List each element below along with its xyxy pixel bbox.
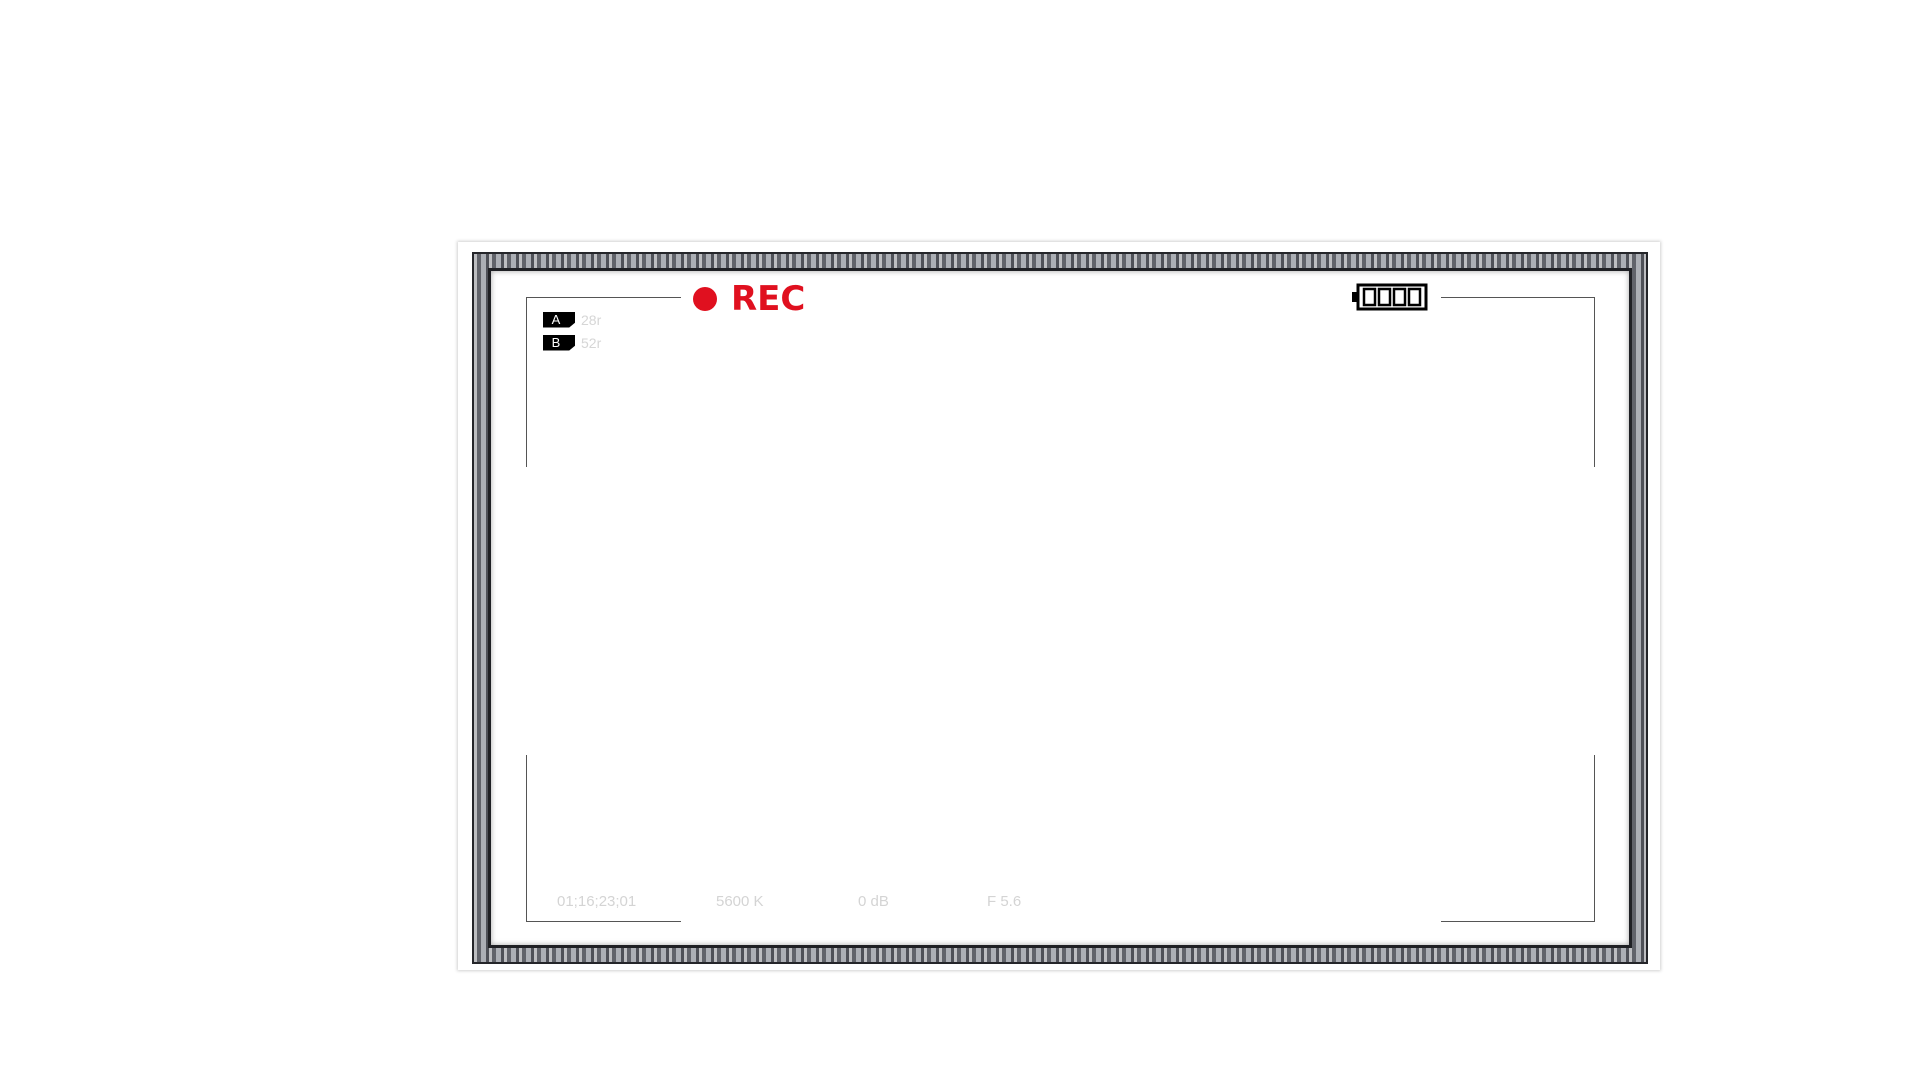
- media-slot-a: A 28r: [543, 311, 601, 328]
- bracket-bottom-left-vertical: [526, 755, 527, 922]
- bracket-top-left-vertical: [526, 297, 527, 467]
- bracket-top-left-horizontal: [526, 297, 681, 298]
- record-dot-icon: [693, 287, 717, 311]
- slot-b-remaining: 52r: [581, 334, 602, 351]
- battery-icon: [1352, 283, 1428, 311]
- bracket-bottom-right-horizontal: [1441, 921, 1595, 922]
- metal-frame: [474, 254, 1646, 962]
- gain: 0 dB: [858, 893, 889, 910]
- bracket-bottom-right-vertical: [1594, 755, 1595, 922]
- timecode: 01;16;23;01: [557, 893, 637, 910]
- slot-a-tag: A: [543, 311, 575, 328]
- media-slot-b: B 52r: [543, 334, 601, 351]
- bracket-top-right-horizontal: [1441, 297, 1594, 298]
- white-balance: 5600 K: [716, 893, 764, 910]
- bracket-bottom-left-horizontal: [526, 921, 681, 922]
- slot-b-tag: B: [543, 334, 575, 351]
- aperture: F 5.6: [987, 893, 1022, 910]
- rec-label: REC: [731, 279, 806, 319]
- viewfinder-screen: REC A 28r B 52r 01;16;23;01 5600 K 0 dB …: [0, 0, 1920, 1080]
- bracket-top-right-vertical: [1594, 297, 1595, 467]
- slot-a-remaining: 28r: [581, 311, 602, 328]
